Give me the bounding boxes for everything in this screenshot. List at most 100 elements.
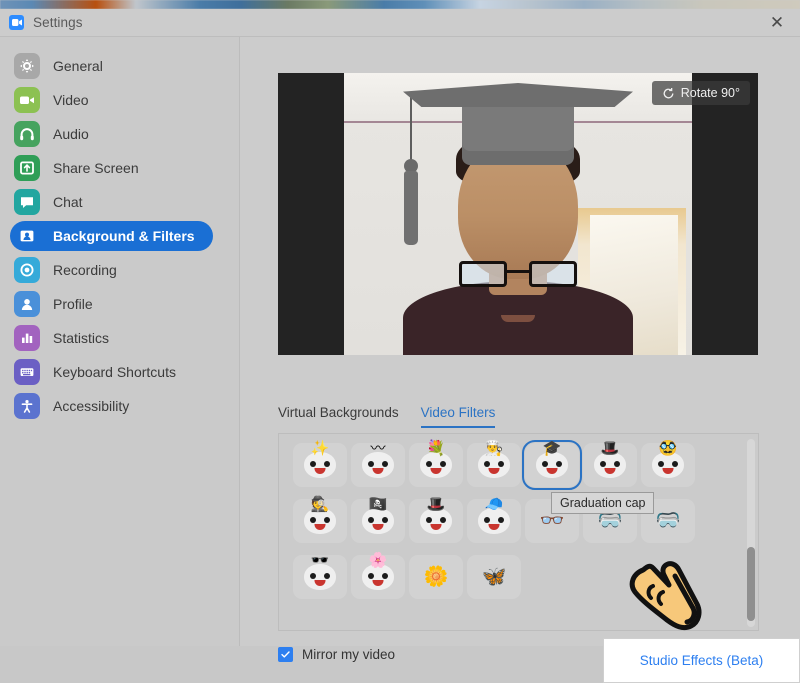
graduation-cap-body <box>462 103 574 165</box>
filter-face-base: 🌸 <box>362 564 394 590</box>
sidebar-item-statistics[interactable]: Statistics <box>10 323 213 353</box>
butterfly-icon: 🦋 <box>482 567 507 587</box>
3d-glasses-icon: 👓 <box>540 511 565 531</box>
fedora-hat-icon: 🎩 <box>427 497 446 512</box>
ski-goggles-icon: 🥽 <box>656 511 681 531</box>
sidebar-item-general[interactable]: General <box>10 51 213 81</box>
video-filters-panel: ✨〰💐👨‍🍳🎓🎩🥸🕵️🏴‍☠️🎩🧢👓🥽🥽🕶️🌸🌼🦋 Graduation cap <box>278 433 759 631</box>
sidebar-item-label: Audio <box>53 126 89 142</box>
bar-chart-icon <box>14 325 40 351</box>
filter-grid: ✨〰💐👨‍🍳🎓🎩🥸🕵️🏴‍☠️🎩🧢👓🥽🥽🕶️🌸🌼🦋 <box>279 434 739 611</box>
filter-flower-crown[interactable]: 🌸 <box>351 555 405 599</box>
sidebar-item-chat[interactable]: Chat <box>10 187 213 217</box>
sidebar-item-label: Video <box>53 92 89 108</box>
settings-content: Rotate 90° Virtual Backgrounds Video Filt… <box>240 37 800 646</box>
sidebar-item-video[interactable]: Video <box>10 85 213 115</box>
settings-sidebar: General Video Audio Share Screen Chat Backgro… <box>0 37 240 646</box>
desktop-background-strip <box>0 0 800 9</box>
filter-gold-headband[interactable]: 〰 <box>351 443 405 487</box>
scrollbar-thumb[interactable] <box>747 547 755 621</box>
sidebar-item-label: Keyboard Shortcuts <box>53 364 176 380</box>
filter-round-sunglasses[interactable]: 🕶️ <box>293 555 347 599</box>
filter-chef-hat[interactable]: 👨‍🍳 <box>467 443 521 487</box>
filter-butterfly[interactable]: 🦋 <box>467 555 521 599</box>
sidebar-item-label: Background & Filters <box>53 228 195 244</box>
filter-face-base: 🏴‍☠️ <box>362 508 394 534</box>
round-sunglasses-icon: 🕶️ <box>311 553 330 568</box>
sparkle-hair-icon: ✨ <box>311 441 330 456</box>
filter-pirate-hat[interactable]: 🏴‍☠️ <box>351 499 405 543</box>
person-mouth <box>501 315 535 322</box>
video-preview: Rotate 90° <box>278 73 758 355</box>
settings-window: Settings ✕ General Video Audio Share Screen… <box>0 9 800 646</box>
filter-graduation-cap[interactable]: 🎓 <box>525 443 579 487</box>
filter-face-base: 🕵️ <box>304 508 336 534</box>
sidebar-item-audio[interactable]: Audio <box>10 119 213 149</box>
sidebar-item-label: Statistics <box>53 330 109 346</box>
chef-hat-icon: 👨‍🍳 <box>485 441 504 456</box>
studio-effects-link[interactable]: Studio Effects (Beta) <box>640 653 764 668</box>
cap-tassel-string <box>410 97 412 161</box>
filter-face-base: 👨‍🍳 <box>478 452 510 478</box>
sidebar-item-label: Chat <box>53 194 83 210</box>
filter-daisy-flower[interactable]: 🌼 <box>409 555 463 599</box>
blue-flower-icon: 💐 <box>427 441 446 456</box>
gold-headband-icon: 〰 <box>370 441 385 456</box>
keyboard-icon <box>14 359 40 385</box>
title-bar: Settings ✕ <box>0 9 800 36</box>
studio-effects-panel: Studio Effects (Beta) <box>603 638 800 683</box>
close-icon: ✕ <box>770 14 784 31</box>
filter-face-base: 🧢 <box>478 508 510 534</box>
filter-face-base: 💐 <box>420 452 452 478</box>
flower-crown-icon: 🌸 <box>369 553 388 568</box>
close-window-button[interactable]: ✕ <box>754 9 800 36</box>
person-card-icon <box>14 223 40 249</box>
filter-black-beret[interactable]: 🧢 <box>467 499 521 543</box>
filter-blue-flower[interactable]: 💐 <box>409 443 463 487</box>
sidebar-item-recording[interactable]: Recording <box>10 255 213 285</box>
rotate-90-button[interactable]: Rotate 90° <box>652 81 750 105</box>
pirate-hat-icon: 🏴‍☠️ <box>369 497 388 512</box>
mirror-video-checkbox[interactable] <box>278 647 293 662</box>
zoom-logo-icon <box>9 15 24 30</box>
filter-bandit-mask[interactable]: 🕵️ <box>293 499 347 543</box>
window-title: Settings <box>33 15 83 30</box>
black-beret-icon: 🧢 <box>485 497 504 512</box>
sidebar-item-accessibility[interactable]: Accessibility <box>10 391 213 421</box>
sidebar-item-keyboard-shortcuts[interactable]: Keyboard Shortcuts <box>10 357 213 387</box>
sidebar-item-profile[interactable]: Profile <box>10 289 213 319</box>
share-icon <box>14 155 40 181</box>
mirror-video-row: Mirror my video <box>278 647 395 662</box>
rotate-ccw-icon <box>662 87 675 100</box>
filter-face-base: 🎓 <box>536 452 568 478</box>
filter-face-base: ✨ <box>304 452 336 478</box>
sidebar-item-share-screen[interactable]: Share Screen <box>10 153 213 183</box>
record-icon <box>14 257 40 283</box>
filter-face-base: 🎩 <box>594 452 626 478</box>
chat-icon <box>14 189 40 215</box>
eyeglasses <box>459 261 577 287</box>
filter-face-base: 〰 <box>362 452 394 478</box>
bandit-mask-icon: 🕵️ <box>311 497 330 512</box>
filter-fedora-hat[interactable]: 🎩 <box>409 499 463 543</box>
filter-tabs: Virtual Backgrounds Video Filters <box>278 405 495 428</box>
filter-face-base: 🥸 <box>652 452 684 478</box>
red-beret-icon: 🎩 <box>601 441 620 456</box>
filter-scrollbar[interactable] <box>747 439 755 627</box>
filter-face-base: 🕶️ <box>304 564 336 590</box>
filter-red-beret[interactable]: 🎩 <box>583 443 637 487</box>
sidebar-item-background-filters[interactable]: Background & Filters <box>10 221 213 251</box>
sidebar-item-label: Share Screen <box>53 160 139 176</box>
filter-mustache[interactable]: 🥸 <box>641 443 695 487</box>
rotate-button-label: Rotate 90° <box>681 86 740 100</box>
filter-face-base: 🎩 <box>420 508 452 534</box>
tab-virtual-backgrounds[interactable]: Virtual Backgrounds <box>278 405 399 428</box>
accessibility-icon <box>14 393 40 419</box>
tab-video-filters[interactable]: Video Filters <box>421 405 496 428</box>
sidebar-item-label: Recording <box>53 262 117 278</box>
mirror-video-label: Mirror my video <box>302 647 395 662</box>
sidebar-item-label: General <box>53 58 103 74</box>
filter-tooltip: Graduation cap <box>551 492 654 514</box>
filter-sparkle-hair[interactable]: ✨ <box>293 443 347 487</box>
sidebar-item-label: Accessibility <box>53 398 129 414</box>
